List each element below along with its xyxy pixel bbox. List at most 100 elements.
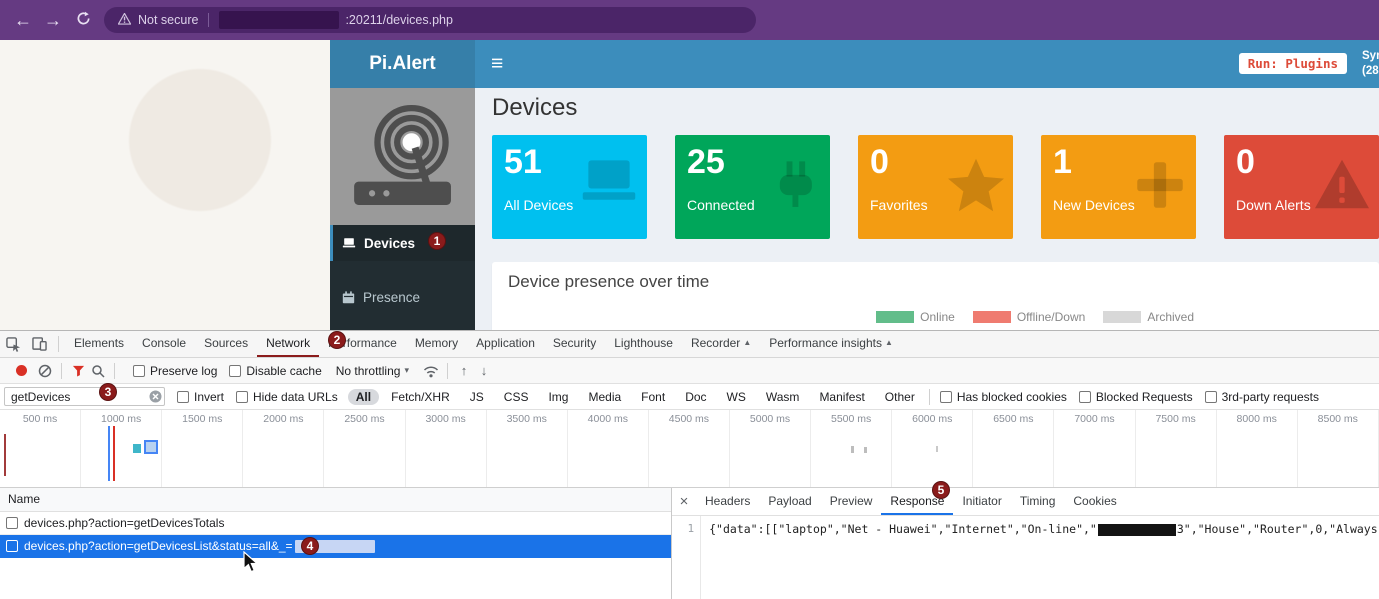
- checkbox-label: 3rd-party requests: [1222, 390, 1319, 404]
- sidebar-item-presence[interactable]: Presence: [330, 279, 475, 315]
- card-connected[interactable]: 25 Connected: [675, 135, 830, 239]
- search-icon[interactable]: [88, 361, 108, 381]
- has-blocked-cookies-checkbox[interactable]: Has blocked cookies: [940, 390, 1067, 404]
- sidebar-item-devices[interactable]: Devices: [330, 225, 475, 261]
- star-icon: [947, 157, 1005, 218]
- checkbox-box[interactable]: [6, 540, 18, 552]
- corner-line2: (28,: [1362, 64, 1379, 79]
- checkbox-box: [1079, 391, 1091, 403]
- record-icon[interactable]: [16, 365, 27, 376]
- legend-online[interactable]: Online: [876, 310, 955, 324]
- card-favorites[interactable]: 0 Favorites: [858, 135, 1013, 239]
- line-number-gutter: 1: [672, 516, 701, 599]
- filter-type-all[interactable]: All: [348, 389, 379, 405]
- hide-data-urls-checkbox[interactable]: Hide data URLs: [236, 390, 338, 404]
- filter-type-js[interactable]: JS: [462, 389, 492, 405]
- clear-icon[interactable]: [35, 361, 55, 381]
- tab-lighthouse[interactable]: Lighthouse: [605, 331, 682, 357]
- tab-application[interactable]: Application: [467, 331, 544, 357]
- checkbox-label: Disable cache: [246, 364, 321, 378]
- tab-memory[interactable]: Memory: [406, 331, 467, 357]
- legend-label: Offline/Down: [1017, 310, 1085, 324]
- preserve-log-checkbox[interactable]: Preserve log: [133, 364, 217, 378]
- filter-type-other[interactable]: Other: [877, 389, 923, 405]
- filter-type-font[interactable]: Font: [633, 389, 673, 405]
- pialert-logo[interactable]: Pi.Alert: [330, 40, 475, 88]
- tick-label: 1500 ms: [182, 413, 222, 425]
- inspect-element-icon[interactable]: [0, 331, 26, 357]
- request-row-getdeviceslist[interactable]: devices.php?action=getDevicesList&status…: [0, 535, 671, 558]
- filter-type-wasm[interactable]: Wasm: [758, 389, 808, 405]
- tab-recorder[interactable]: Recorder▲: [682, 331, 760, 357]
- tab-security[interactable]: Security: [544, 331, 605, 357]
- legend-offline-down[interactable]: Offline/Down: [973, 310, 1085, 324]
- filter-type-manifest[interactable]: Manifest: [811, 389, 872, 405]
- filter-input[interactable]: [4, 387, 165, 406]
- request-details-tabbar: × Headers Payload Preview Response Initi…: [672, 488, 1379, 516]
- import-har-icon[interactable]: ↑: [454, 363, 474, 378]
- network-conditions-icon[interactable]: [421, 361, 441, 381]
- legend-archived[interactable]: Archived: [1103, 310, 1194, 324]
- tab-cookies[interactable]: Cookies: [1064, 488, 1125, 515]
- third-party-requests-checkbox[interactable]: 3rd-party requests: [1205, 390, 1319, 404]
- back-icon[interactable]: ←: [8, 10, 38, 31]
- legend-swatch-online: [876, 311, 914, 323]
- disable-cache-checkbox[interactable]: Disable cache: [229, 364, 321, 378]
- chevron-down-icon: ▾: [404, 365, 409, 376]
- tick-label: 6000 ms: [912, 413, 952, 425]
- hamburger-icon[interactable]: ≡: [491, 52, 503, 76]
- checkbox-box[interactable]: [6, 517, 18, 529]
- filter-icon[interactable]: [68, 361, 88, 381]
- tab-label: Elements: [74, 330, 124, 356]
- card-value: 0: [1236, 145, 1255, 179]
- sidebar: Devices Presence: [330, 88, 475, 330]
- tab-performance-insights[interactable]: Performance insights▲: [760, 331, 902, 357]
- blocked-requests-checkbox[interactable]: Blocked Requests: [1079, 390, 1193, 404]
- mouse-cursor: [243, 551, 259, 579]
- tab-timing[interactable]: Timing: [1011, 488, 1065, 515]
- tab-label: Application: [476, 330, 535, 356]
- clear-filter-icon[interactable]: [149, 390, 162, 406]
- tab-headers[interactable]: Headers: [696, 488, 759, 515]
- tick-label: 7500 ms: [1155, 413, 1195, 425]
- invert-checkbox[interactable]: Invert: [177, 390, 224, 404]
- tab-elements[interactable]: Elements: [65, 331, 133, 357]
- tab-sources[interactable]: Sources: [195, 331, 257, 357]
- app-navbar: ≡ Run: Plugins: [475, 40, 1379, 88]
- request-name-column-header[interactable]: Name: [0, 488, 671, 512]
- forward-icon[interactable]: →: [38, 10, 68, 31]
- tab-preview[interactable]: Preview: [821, 488, 882, 515]
- close-icon[interactable]: ×: [672, 493, 696, 510]
- card-label: Connected: [687, 197, 755, 213]
- card-down-alerts[interactable]: 0 Down Alerts: [1224, 135, 1379, 239]
- tab-label: Lighthouse: [614, 330, 673, 356]
- request-row-getdevicestotals[interactable]: devices.php?action=getDevicesTotals: [0, 512, 671, 535]
- router-logo-image: [330, 88, 475, 225]
- run-plugins-button[interactable]: Run: Plugins: [1239, 53, 1347, 74]
- toolbar-divider: [929, 389, 930, 405]
- tab-initiator[interactable]: Initiator: [953, 488, 1010, 515]
- throttling-value: No throttling: [336, 364, 401, 378]
- card-new-devices[interactable]: 1 New Devices: [1041, 135, 1196, 239]
- tick-label: 2000 ms: [263, 413, 303, 425]
- tab-console[interactable]: Console: [133, 331, 195, 357]
- export-har-icon[interactable]: ↓: [474, 363, 494, 378]
- throttling-dropdown[interactable]: No throttling ▾: [336, 364, 409, 378]
- checkbox-label: Has blocked cookies: [957, 390, 1067, 404]
- tick-label: 3500 ms: [507, 413, 547, 425]
- corner-line1: Sym: [1362, 49, 1379, 64]
- device-toolbar-icon[interactable]: [26, 331, 52, 357]
- tab-payload[interactable]: Payload: [759, 488, 820, 515]
- filter-type-doc[interactable]: Doc: [677, 389, 714, 405]
- address-bar[interactable]: Not secure :20211/devices.php: [104, 7, 756, 33]
- tab-network[interactable]: Network: [257, 331, 319, 357]
- filter-type-fetch-xhr[interactable]: Fetch/XHR: [383, 389, 458, 405]
- filter-type-ws[interactable]: WS: [719, 389, 754, 405]
- card-all-devices[interactable]: 51 All Devices: [492, 135, 647, 239]
- filter-type-css[interactable]: CSS: [496, 389, 537, 405]
- refresh-icon[interactable]: [68, 10, 98, 31]
- network-overview-timeline[interactable]: 500 ms 1000 ms 1500 ms 2000 ms 2500 ms 3…: [0, 410, 1379, 488]
- filter-type-media[interactable]: Media: [580, 389, 629, 405]
- filter-type-img[interactable]: Img: [540, 389, 576, 405]
- address-divider: [208, 13, 209, 27]
